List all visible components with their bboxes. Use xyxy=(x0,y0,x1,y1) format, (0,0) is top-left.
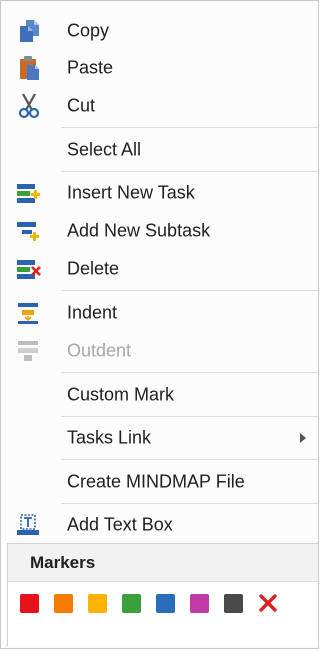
marker-swatch-row xyxy=(20,592,279,614)
menu-separator xyxy=(61,372,318,373)
menu-item-create-mindmap-file[interactable]: Create MINDMAP File xyxy=(1,464,318,500)
menu-item-label: Tasks Link xyxy=(67,427,152,448)
marker-swatch-7[interactable] xyxy=(224,593,243,613)
menu-item-indent[interactable]: Indent xyxy=(1,295,318,331)
add-subtask-icon xyxy=(16,218,42,244)
marker-swatch-3[interactable] xyxy=(88,593,107,613)
menu-item-select-all[interactable]: Select All xyxy=(1,132,318,168)
menu-item-insert-new-task[interactable]: Insert New Task xyxy=(1,175,318,211)
menu-item-tasks-link[interactable]: Tasks Link xyxy=(1,420,318,456)
menu-item-label: Add New Subtask xyxy=(67,220,211,241)
menu-item-outdent: Outdent xyxy=(1,333,318,369)
menu-item-copy[interactable]: Copy xyxy=(1,13,318,49)
menu-item-paste[interactable]: Paste xyxy=(1,50,318,86)
paste-icon xyxy=(16,55,42,81)
menu-separator xyxy=(61,290,318,291)
menu-item-label: Delete xyxy=(67,258,120,279)
menu-item-label: Add Text Box xyxy=(67,514,173,535)
menu-separator xyxy=(61,459,318,460)
menu-item-delete[interactable]: Delete xyxy=(1,251,318,287)
markers-title: Markers xyxy=(30,553,96,572)
context-menu: Copy Paste Cut Select All Insert New Tas… xyxy=(0,0,319,649)
marker-swatch-2[interactable] xyxy=(54,593,73,613)
menu-item-add-new-subtask[interactable]: Add New Subtask xyxy=(1,213,318,249)
menu-item-label: Select All xyxy=(67,139,142,160)
menu-separator xyxy=(61,503,318,504)
menu-item-label: Create MINDMAP File xyxy=(67,471,245,492)
cut-icon xyxy=(16,93,42,119)
menu-item-add-text-box[interactable]: Add Text Box xyxy=(1,507,318,543)
insert-task-icon xyxy=(16,180,42,206)
menu-separator xyxy=(61,171,318,172)
menu-item-label: Cut xyxy=(67,95,96,116)
menu-item-cut[interactable]: Cut xyxy=(1,88,318,124)
markers-panel: Markers xyxy=(7,543,318,646)
markers-header: Markers xyxy=(8,544,318,582)
menu-item-label: Copy xyxy=(67,20,110,41)
menu-item-custom-mark[interactable]: Custom Mark xyxy=(1,377,318,413)
menu-item-label: Insert New Task xyxy=(67,182,195,203)
menu-item-label: Custom Mark xyxy=(67,384,175,405)
outdent-icon xyxy=(16,338,42,364)
menu-item-label: Indent xyxy=(67,302,118,323)
menu-item-label: Paste xyxy=(67,57,114,78)
text-box-icon xyxy=(16,512,42,538)
marker-swatch-1[interactable] xyxy=(20,593,39,613)
menu-separator xyxy=(61,416,318,417)
marker-swatch-6[interactable] xyxy=(190,593,209,613)
red-x-icon[interactable] xyxy=(257,592,279,614)
delete-task-icon xyxy=(16,256,42,282)
indent-icon xyxy=(16,300,42,326)
marker-swatch-4[interactable] xyxy=(122,593,141,613)
marker-swatch-5[interactable] xyxy=(156,593,175,613)
submenu-arrow-icon xyxy=(300,433,306,443)
menu-separator xyxy=(61,127,318,128)
copy-icon xyxy=(16,18,42,44)
menu-item-label: Outdent xyxy=(67,340,132,361)
